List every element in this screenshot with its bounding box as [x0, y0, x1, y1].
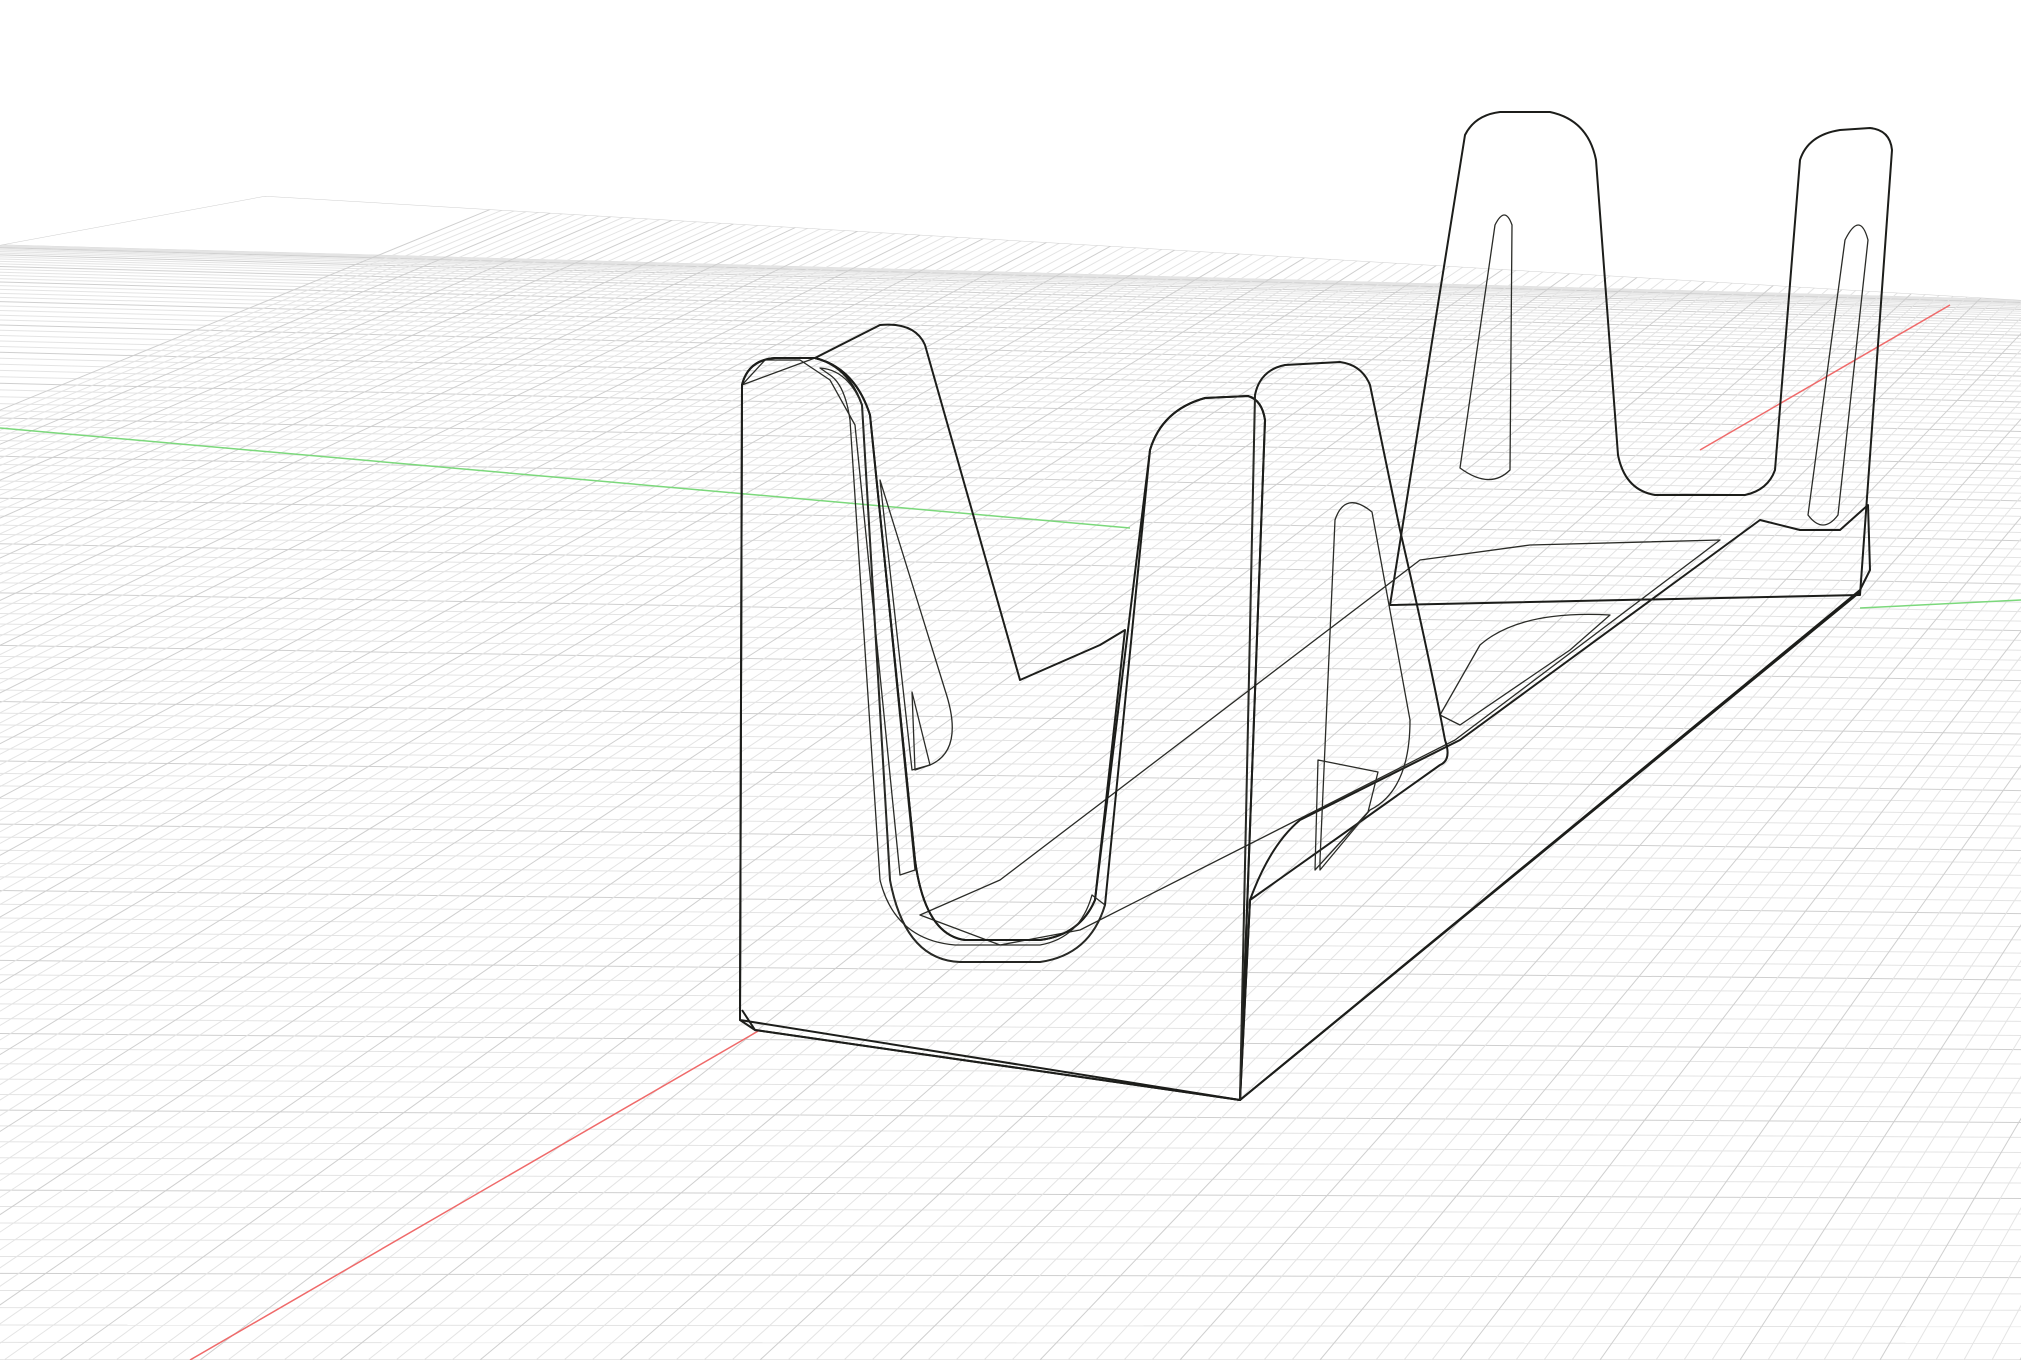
- grid-line: [0, 237, 1451, 1182]
- grid-line: [0, 1205, 2021, 1215]
- canvas-viewport[interactable]: [0, 0, 2021, 1360]
- front-slot-left-hole: [911, 691, 931, 771]
- grid-line: [0, 1341, 2021, 1344]
- grid-line: [0, 184, 605, 438]
- grid-line: [0, 623, 2021, 661]
- grid-line: [0, 1324, 2021, 1328]
- grid-line: [87, 246, 1621, 1360]
- grid-line: [0, 1033, 2021, 1051]
- grid-line: [0, 1222, 2021, 1231]
- grid-line: [0, 217, 1134, 833]
- grid-line: [0, 506, 2021, 550]
- grid-line: [59, 246, 1608, 1360]
- grid-line: [0, 666, 2021, 703]
- grid-line: [0, 208, 974, 694]
- grid-line: [0, 1078, 2021, 1094]
- grid-line: [0, 772, 2021, 803]
- grid-line: [0, 193, 745, 527]
- grid-line: [0, 903, 2021, 928]
- grid-line: [0, 224, 1247, 944]
- grid-line: [0, 221, 1197, 893]
- grid-line: [0, 195, 769, 543]
- grid-line: [0, 192, 734, 519]
- grid-line: [0, 1289, 2021, 1295]
- grid-line: [0, 785, 2021, 815]
- grid-line: [0, 748, 2021, 780]
- grid-line: [0, 1255, 2021, 1263]
- grid-line: [0, 221, 1184, 881]
- grid-line: [0, 736, 2021, 769]
- grid-line: [0, 1003, 2021, 1022]
- grid-line: [31, 245, 1595, 1360]
- grid-line: [0, 424, 2021, 472]
- ground-grid: [0, 0, 2021, 1360]
- grid-line: [1851, 1075, 2021, 1360]
- grid-line: [0, 1018, 2021, 1036]
- scene-svg[interactable]: [0, 0, 2021, 1360]
- grid-line: [0, 389, 2021, 439]
- grid-line: [0, 823, 2021, 852]
- grid-line: [0, 222, 1209, 905]
- grid-line: [0, 205, 925, 656]
- grid-line: [0, 220, 1172, 868]
- grid-line: [0, 810, 2021, 839]
- grid-line: [0, 1272, 2021, 1279]
- grid-line: [0, 185, 628, 452]
- grid-line: [0, 1109, 2021, 1123]
- grid-line: [1795, 996, 2021, 1360]
- grid-line: [0, 863, 2021, 889]
- grid-line: [0, 634, 2021, 671]
- grid-line: [0, 836, 2021, 864]
- side-rail[interactable]: [1239, 504, 1871, 1101]
- grid-line: [0, 205, 937, 665]
- grid-line: [0, 797, 2021, 827]
